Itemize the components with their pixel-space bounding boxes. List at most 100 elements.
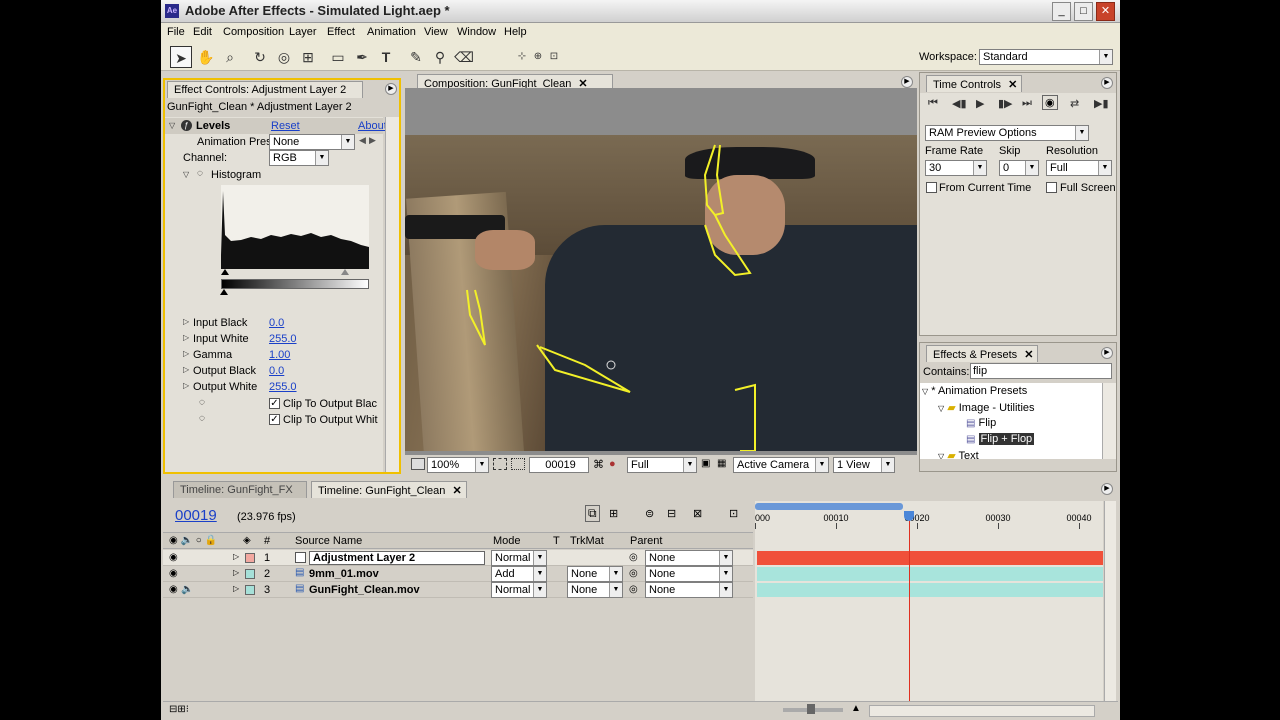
channel-dropdown[interactable]: RGB ▼ <box>269 150 329 166</box>
panel-menu-icon[interactable]: ▶ <box>1101 483 1113 495</box>
graph-editor-icon[interactable]: ⊡ <box>729 507 738 520</box>
menu-composition[interactable]: Composition <box>223 26 284 38</box>
zoom-slider-handle[interactable] <box>807 704 815 714</box>
presets-scrollbar[interactable] <box>1102 383 1116 459</box>
clone-stamp-tool-icon[interactable]: ⚲ <box>429 46 451 68</box>
tree-item-flip-flop[interactable]: ▤ Flip + Flop <box>966 433 1035 445</box>
play-icon[interactable]: ▶ <box>976 97 984 110</box>
layer-switches-icon[interactable]: ⊟⊞⁝ <box>169 704 189 715</box>
about-link[interactable]: About <box>358 120 387 132</box>
expand-icon[interactable]: ▷ <box>233 552 239 561</box>
close-icon[interactable]: ✕ <box>452 485 461 497</box>
view-layout-dropdown[interactable]: 1 View ▼ <box>833 457 895 473</box>
audio-icon[interactable]: 🔈 <box>181 584 193 595</box>
param-value[interactable]: 0.0 <box>269 317 284 329</box>
tree-item-image-utilities[interactable]: ▽ ▰ Image - Utilities <box>938 401 1035 414</box>
param-value[interactable]: 255.0 <box>269 333 297 345</box>
show-channel-icon[interactable]: ● <box>609 458 616 470</box>
preset-prev-icon[interactable]: ◀ <box>359 135 366 146</box>
stopwatch-icon[interactable]: ◌ <box>199 413 205 424</box>
eye-icon[interactable]: ◉ <box>169 584 178 595</box>
expand-icon[interactable]: ▷ <box>233 568 239 577</box>
tab-timeline-gunfight-clean[interactable]: Timeline: GunFight_Clean ✕ <box>311 481 467 498</box>
input-black-slider-handle[interactable] <box>221 269 229 275</box>
effect-controls-scrollbar[interactable] <box>385 117 399 472</box>
pen-tool-icon[interactable]: ✒ <box>351 46 373 68</box>
menu-view[interactable]: View <box>424 26 448 38</box>
param-value[interactable]: 0.0 <box>269 365 284 377</box>
layer-name[interactable]: 9mm_01.mov <box>309 568 379 580</box>
live-update-icon[interactable]: ⊞ <box>609 507 618 520</box>
hand-tool-icon[interactable]: ✋ <box>195 46 217 68</box>
table-row[interactable]: ◉ ▷ 1 Adjustment Layer 2 Normal ▼ ◎ None… <box>163 550 753 566</box>
menu-animation[interactable]: Animation <box>367 26 416 38</box>
comp-mini-flowchart-icon[interactable]: ⧉ <box>585 505 600 522</box>
menu-file[interactable]: File <box>167 26 185 38</box>
tab-time-controls[interactable]: Time Controls ✕ <box>926 75 1022 92</box>
parent-dropdown[interactable]: None ▼ <box>645 582 733 598</box>
eraser-tool-icon[interactable]: ⌫ <box>453 46 475 68</box>
layer-name[interactable]: GunFight_Clean.mov <box>309 584 420 596</box>
title-action-safe-icon[interactable] <box>493 458 507 470</box>
menu-edit[interactable]: Edit <box>193 26 212 38</box>
composition-viewer[interactable] <box>405 88 917 455</box>
expand-icon[interactable]: ▷ <box>183 381 191 390</box>
tab-effects-presets[interactable]: Effects & Presets ✕ <box>926 345 1038 362</box>
zoom-in-icon[interactable]: ▲ <box>851 703 861 714</box>
zoom-tool-icon[interactable]: ⌕ <box>219 46 241 68</box>
loop-icon[interactable]: ⇄ <box>1070 97 1079 110</box>
menu-layer[interactable]: Layer <box>289 26 317 38</box>
tab-timeline-gunfight-fx[interactable]: Timeline: GunFight_FX <box>173 481 307 498</box>
always-preview-icon[interactable] <box>411 458 425 470</box>
work-area-bar[interactable] <box>755 503 903 510</box>
time-ruler[interactable]: 000 00010 00020 00030 00040 <box>755 513 1103 529</box>
close-button[interactable]: ✕ <box>1096 2 1115 21</box>
first-frame-icon[interactable]: ⏮ <box>928 97 938 110</box>
resolution-dropdown[interactable]: Full ▼ <box>1046 160 1112 176</box>
last-frame-icon[interactable]: ⏭ <box>1022 97 1032 110</box>
current-time-field[interactable]: 00019 <box>529 457 589 473</box>
close-icon[interactable]: ✕ <box>1008 79 1017 91</box>
panel-menu-icon[interactable]: ▶ <box>1101 347 1113 359</box>
clip-output-white-checkbox[interactable]: ✓ <box>269 414 280 425</box>
timeline-current-time[interactable]: 00019 <box>175 507 217 524</box>
previous-frame-icon[interactable]: ◀▮ <box>952 97 967 110</box>
draft-3d-icon[interactable]: ⊜ <box>645 507 654 520</box>
current-time-handle[interactable] <box>904 511 914 521</box>
hide-shy-layers-icon[interactable]: ⊟ <box>667 507 676 520</box>
pick-whip-icon[interactable]: ◎ <box>629 552 638 563</box>
param-value[interactable]: 1.00 <box>269 349 290 361</box>
menu-help[interactable]: Help <box>504 26 527 38</box>
expand-icon[interactable]: ▷ <box>183 365 191 374</box>
frame-blending-icon[interactable]: ⊠ <box>693 507 702 520</box>
rectangle-mask-tool-icon[interactable]: ▭ <box>327 46 349 68</box>
stopwatch-icon[interactable]: ◌ <box>197 168 203 179</box>
trkmat-dropdown[interactable]: None ▼ <box>567 582 623 598</box>
mask-visibility-icon[interactable] <box>511 458 525 470</box>
maximize-button[interactable]: □ <box>1074 2 1093 21</box>
tab-effect-controls[interactable]: Effect Controls: Adjustment Layer 2 <box>167 81 363 98</box>
pick-whip-icon[interactable]: ◎ <box>629 584 638 595</box>
layer-duration-bar[interactable] <box>757 551 1103 565</box>
mode-dropdown[interactable]: Normal ▼ <box>491 582 547 598</box>
region-of-interest-icon[interactable]: ▣ <box>701 458 710 469</box>
timeline-graph-area[interactable]: 000 00010 00020 00030 00040 <box>755 501 1103 711</box>
layer-duration-bar[interactable] <box>757 567 1103 581</box>
stopwatch-icon[interactable]: ◌ <box>199 397 205 408</box>
trkmat-dropdown[interactable]: None ▼ <box>567 566 623 582</box>
menu-effect[interactable]: Effect <box>327 26 355 38</box>
expand-icon[interactable]: ▷ <box>183 349 191 358</box>
table-row[interactable]: ◉ 🔈 ▷ 3 ▤ GunFight_Clean.mov Normal ▼ No… <box>163 582 753 598</box>
timeline-vertical-scrollbar[interactable] <box>1104 501 1116 711</box>
layer-name[interactable]: Adjustment Layer 2 <box>309 551 485 565</box>
collapse-icon[interactable]: ▽ <box>169 121 177 130</box>
tree-item-flip[interactable]: ▤ Flip <box>966 417 996 429</box>
transparency-grid-icon[interactable]: ▦ <box>717 458 726 469</box>
mode-dropdown[interactable]: Add ▼ <box>491 566 547 582</box>
contains-search-input[interactable] <box>970 363 1112 379</box>
resolution-dropdown[interactable]: Full ▼ <box>627 457 697 473</box>
tree-item-animation-presets[interactable]: ▽ * Animation Presets <box>922 385 1027 397</box>
snapshot-icon[interactable]: ⌘ <box>593 458 604 471</box>
type-tool-icon[interactable]: T <box>375 46 397 68</box>
ram-preview-options-dropdown[interactable]: RAM Preview Options ▼ <box>925 125 1089 141</box>
